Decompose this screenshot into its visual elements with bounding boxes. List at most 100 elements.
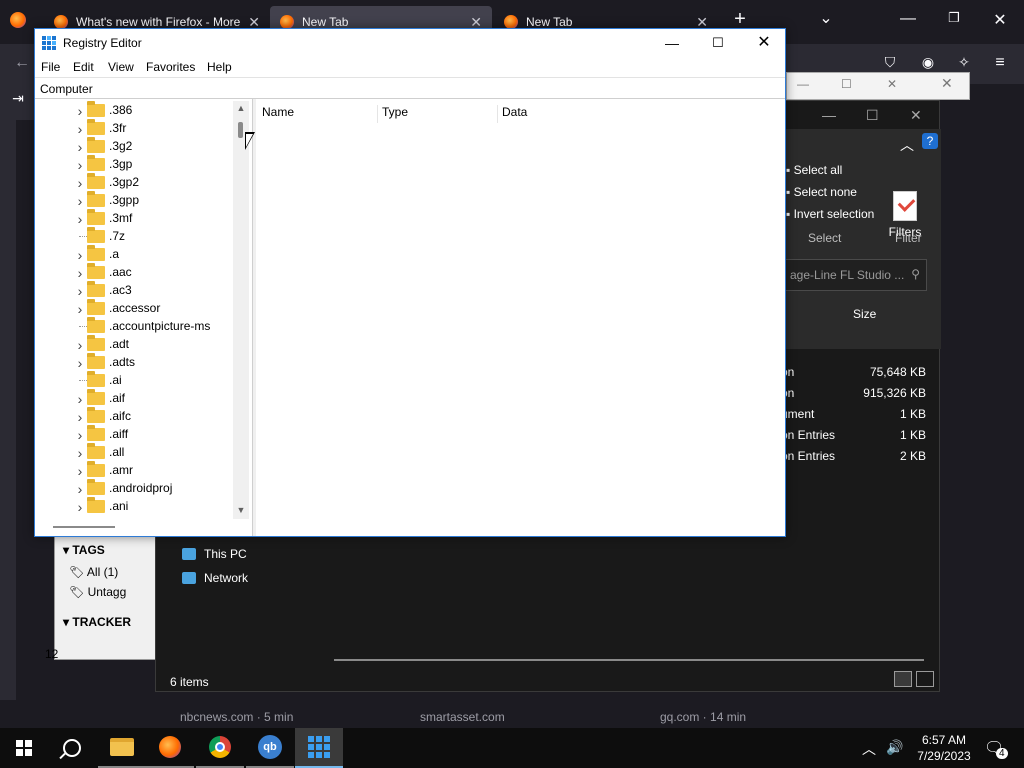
help-icon[interactable]: ?: [922, 133, 938, 149]
tree-key-item[interactable]: › .aif: [37, 389, 233, 407]
news-source[interactable]: gq.com · 14 min: [660, 710, 746, 724]
nav-this-pc[interactable]: This PC: [182, 547, 247, 561]
tree-key-item[interactable]: › .aac: [37, 263, 233, 281]
tree-key-item[interactable]: › .adt: [37, 335, 233, 353]
taskbar-firefox[interactable]: [146, 728, 194, 768]
close-icon[interactable]: ✕: [988, 10, 1012, 30]
tree-key-item[interactable]: › .ani: [37, 497, 233, 515]
collapse-ribbon-icon[interactable]: ︿: [900, 135, 914, 155]
large-icons-view-button[interactable]: [916, 671, 934, 687]
values-list[interactable]: Name Type Data: [256, 99, 785, 536]
close-icon[interactable]: ✕: [887, 77, 897, 91]
column-type[interactable]: Type: [382, 105, 498, 123]
expand-chevron-icon[interactable]: ›: [75, 175, 85, 191]
search-button[interactable]: [48, 728, 96, 768]
expand-chevron-icon[interactable]: ›: [75, 103, 85, 119]
expand-chevron-icon[interactable]: ›: [75, 211, 85, 227]
expand-chevron-icon[interactable]: ›: [75, 445, 85, 461]
volume-icon[interactable]: 🔊: [886, 739, 903, 756]
list-all-tabs-button[interactable]: ⌄: [814, 8, 838, 28]
key-tree[interactable]: › .386 › .3fr › .3g2 › .3gp › .3gp2 › .3gpp › .3mf .7z…: [37, 101, 251, 534]
invert-selection-button[interactable]: ▪ Invert selection: [786, 207, 874, 221]
tree-key-item[interactable]: › .3gpp: [37, 191, 233, 209]
details-view-button[interactable]: [894, 671, 912, 687]
back-icon[interactable]: ←: [10, 54, 34, 72]
tree-key-item[interactable]: › .adts: [37, 353, 233, 371]
close-icon[interactable]: ✕: [910, 107, 922, 124]
tree-vertical-scrollbar[interactable]: [233, 101, 249, 519]
tree-key-item[interactable]: › .aiff: [37, 425, 233, 443]
tree-key-item[interactable]: › .3fr: [37, 119, 233, 137]
taskbar-qbittorrent[interactable]: qb: [246, 728, 294, 768]
tree-key-item[interactable]: › .3mf: [37, 209, 233, 227]
maximize-icon[interactable]: ☐: [841, 77, 852, 91]
minimize-icon[interactable]: —: [822, 107, 836, 123]
select-none-button[interactable]: ▪ Select none: [786, 185, 857, 199]
expand-chevron-icon[interactable]: ›: [75, 121, 85, 137]
column-name[interactable]: Name: [262, 105, 378, 123]
expand-chevron-icon[interactable]: ›: [75, 463, 85, 479]
menu-view[interactable]: View: [108, 60, 134, 74]
firefox-menu-icon[interactable]: [6, 12, 30, 33]
pocket-icon[interactable]: ⛉: [878, 54, 902, 71]
tree-key-item[interactable]: .7z: [37, 227, 233, 245]
minimize-icon[interactable]: —: [896, 10, 920, 28]
expand-chevron-icon[interactable]: ›: [75, 499, 85, 515]
nav-network[interactable]: Network: [182, 571, 248, 585]
expand-chevron-icon[interactable]: ›: [75, 391, 85, 407]
tag-all-item[interactable]: 🏷 All (1): [69, 565, 118, 579]
start-button[interactable]: [0, 728, 48, 768]
tree-key-item[interactable]: .ai: [37, 371, 233, 389]
tree-key-item[interactable]: › .386: [37, 101, 233, 119]
account-icon[interactable]: ◉: [916, 54, 940, 71]
horizontal-scrollbar[interactable]: [334, 659, 924, 661]
show-hidden-icons-icon[interactable]: ︿: [862, 739, 876, 759]
expand-chevron-icon[interactable]: ›: [75, 355, 85, 371]
scroll-up-icon[interactable]: ▲: [233, 103, 249, 113]
tag-untagged-item[interactable]: 🏷 Untagg: [69, 585, 126, 599]
maximize-button[interactable]: ☐: [695, 29, 741, 57]
tree-key-item[interactable]: › .amr: [37, 461, 233, 479]
tree-key-item[interactable]: › .aifc: [37, 407, 233, 425]
address-bar[interactable]: Computer: [35, 77, 785, 99]
expand-chevron-icon[interactable]: ›: [75, 427, 85, 443]
clock[interactable]: 6:57 AM 7/29/2023: [912, 732, 976, 764]
expand-chevron-icon[interactable]: ›: [75, 301, 85, 317]
size-column-header[interactable]: Size: [853, 307, 876, 321]
expand-chevron-icon[interactable]: ›: [75, 337, 85, 353]
expand-chevron-icon[interactable]: ›: [75, 481, 85, 497]
select-all-button[interactable]: ▪ Select all: [786, 163, 842, 177]
expand-chevron-icon[interactable]: ›: [75, 283, 85, 299]
news-source[interactable]: nbcnews.com · 5 min: [180, 710, 293, 724]
hamburger-menu-icon[interactable]: ≡: [988, 54, 1012, 72]
horizontal-scrollbar-thumb[interactable]: [53, 526, 115, 528]
menu-edit[interactable]: Edit: [73, 60, 94, 74]
scrollbar-thumb[interactable]: [238, 122, 243, 138]
close-button[interactable]: ✕: [741, 29, 787, 57]
tree-key-item[interactable]: › .3gp2: [37, 173, 233, 191]
menu-help[interactable]: Help: [207, 60, 232, 74]
minimize-button[interactable]: —: [649, 29, 695, 57]
title-bar[interactable]: Registry Editor — ☐ ✕: [35, 29, 785, 57]
taskbar-file-explorer[interactable]: [98, 728, 146, 768]
trackers-header[interactable]: ▾ TRACKER: [63, 615, 131, 629]
tree-key-item[interactable]: › .accessor: [37, 299, 233, 317]
sign-in-icon[interactable]: ⇥: [6, 90, 30, 107]
search-box[interactable]: age-Line FL Studio ... ⚲: [781, 259, 927, 291]
taskbar-chrome[interactable]: [196, 728, 244, 768]
tree-key-item[interactable]: › .ac3: [37, 281, 233, 299]
expand-chevron-icon[interactable]: ›: [75, 157, 85, 173]
menu-file[interactable]: File: [41, 60, 60, 74]
restore-icon[interactable]: ❐: [942, 10, 966, 26]
expand-chevron-icon[interactable]: ›: [75, 409, 85, 425]
tree-key-item[interactable]: › .3gp: [37, 155, 233, 173]
expand-chevron-icon[interactable]: ›: [75, 265, 85, 281]
close-icon[interactable]: ✕: [941, 75, 953, 92]
tags-header[interactable]: ▾ TAGS: [63, 543, 105, 557]
tree-key-item[interactable]: › .3g2: [37, 137, 233, 155]
expand-chevron-icon[interactable]: ›: [75, 139, 85, 155]
minimize-icon[interactable]: —: [797, 77, 809, 91]
maximize-icon[interactable]: ☐: [866, 107, 879, 124]
tree-key-item[interactable]: › .a: [37, 245, 233, 263]
menu-favorites[interactable]: Favorites: [146, 60, 195, 74]
